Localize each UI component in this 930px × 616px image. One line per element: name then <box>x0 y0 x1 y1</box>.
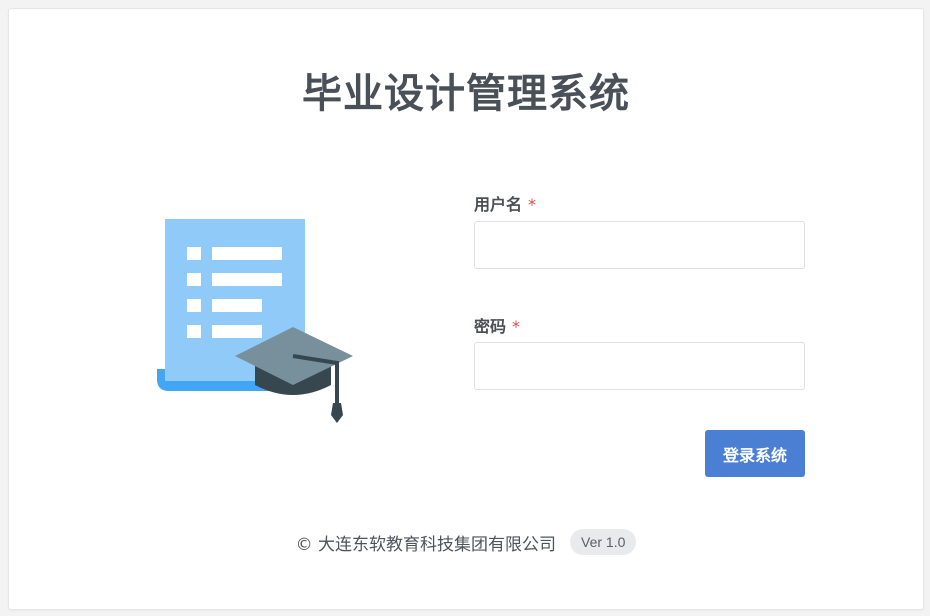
footer: © 大连东软教育科技集团有限公司 Ver 1.0 <box>9 529 923 555</box>
list-line <box>212 247 282 260</box>
version-badge: Ver 1.0 <box>570 529 637 555</box>
required-mark: * <box>512 317 521 336</box>
username-input[interactable] <box>474 221 805 269</box>
login-card: 毕业设计管理系统 用户名 * 密码 * 登录系统 © 大连东软教育科技集团有限公司 … <box>8 8 924 610</box>
tassel-end <box>331 403 343 423</box>
list-bullet <box>187 273 201 286</box>
list-bullet <box>187 299 201 312</box>
list-bullet <box>187 325 201 338</box>
list-line <box>212 325 262 338</box>
copyright-text: © 大连东软教育科技集团有限公司 <box>295 534 557 555</box>
required-mark: * <box>528 195 537 214</box>
password-input[interactable] <box>474 342 805 390</box>
page-title: 毕业设计管理系统 <box>302 71 630 117</box>
username-label-text: 用户名 <box>474 195 523 214</box>
list-line <box>212 273 282 286</box>
graduation-document-icon <box>157 219 353 423</box>
password-label-text: 密码 <box>474 317 507 336</box>
password-label: 密码 * <box>474 313 520 337</box>
username-label: 用户名 * <box>474 191 536 215</box>
login-button[interactable]: 登录系统 <box>705 430 805 477</box>
list-bullet <box>187 247 201 260</box>
list-line <box>212 299 262 312</box>
